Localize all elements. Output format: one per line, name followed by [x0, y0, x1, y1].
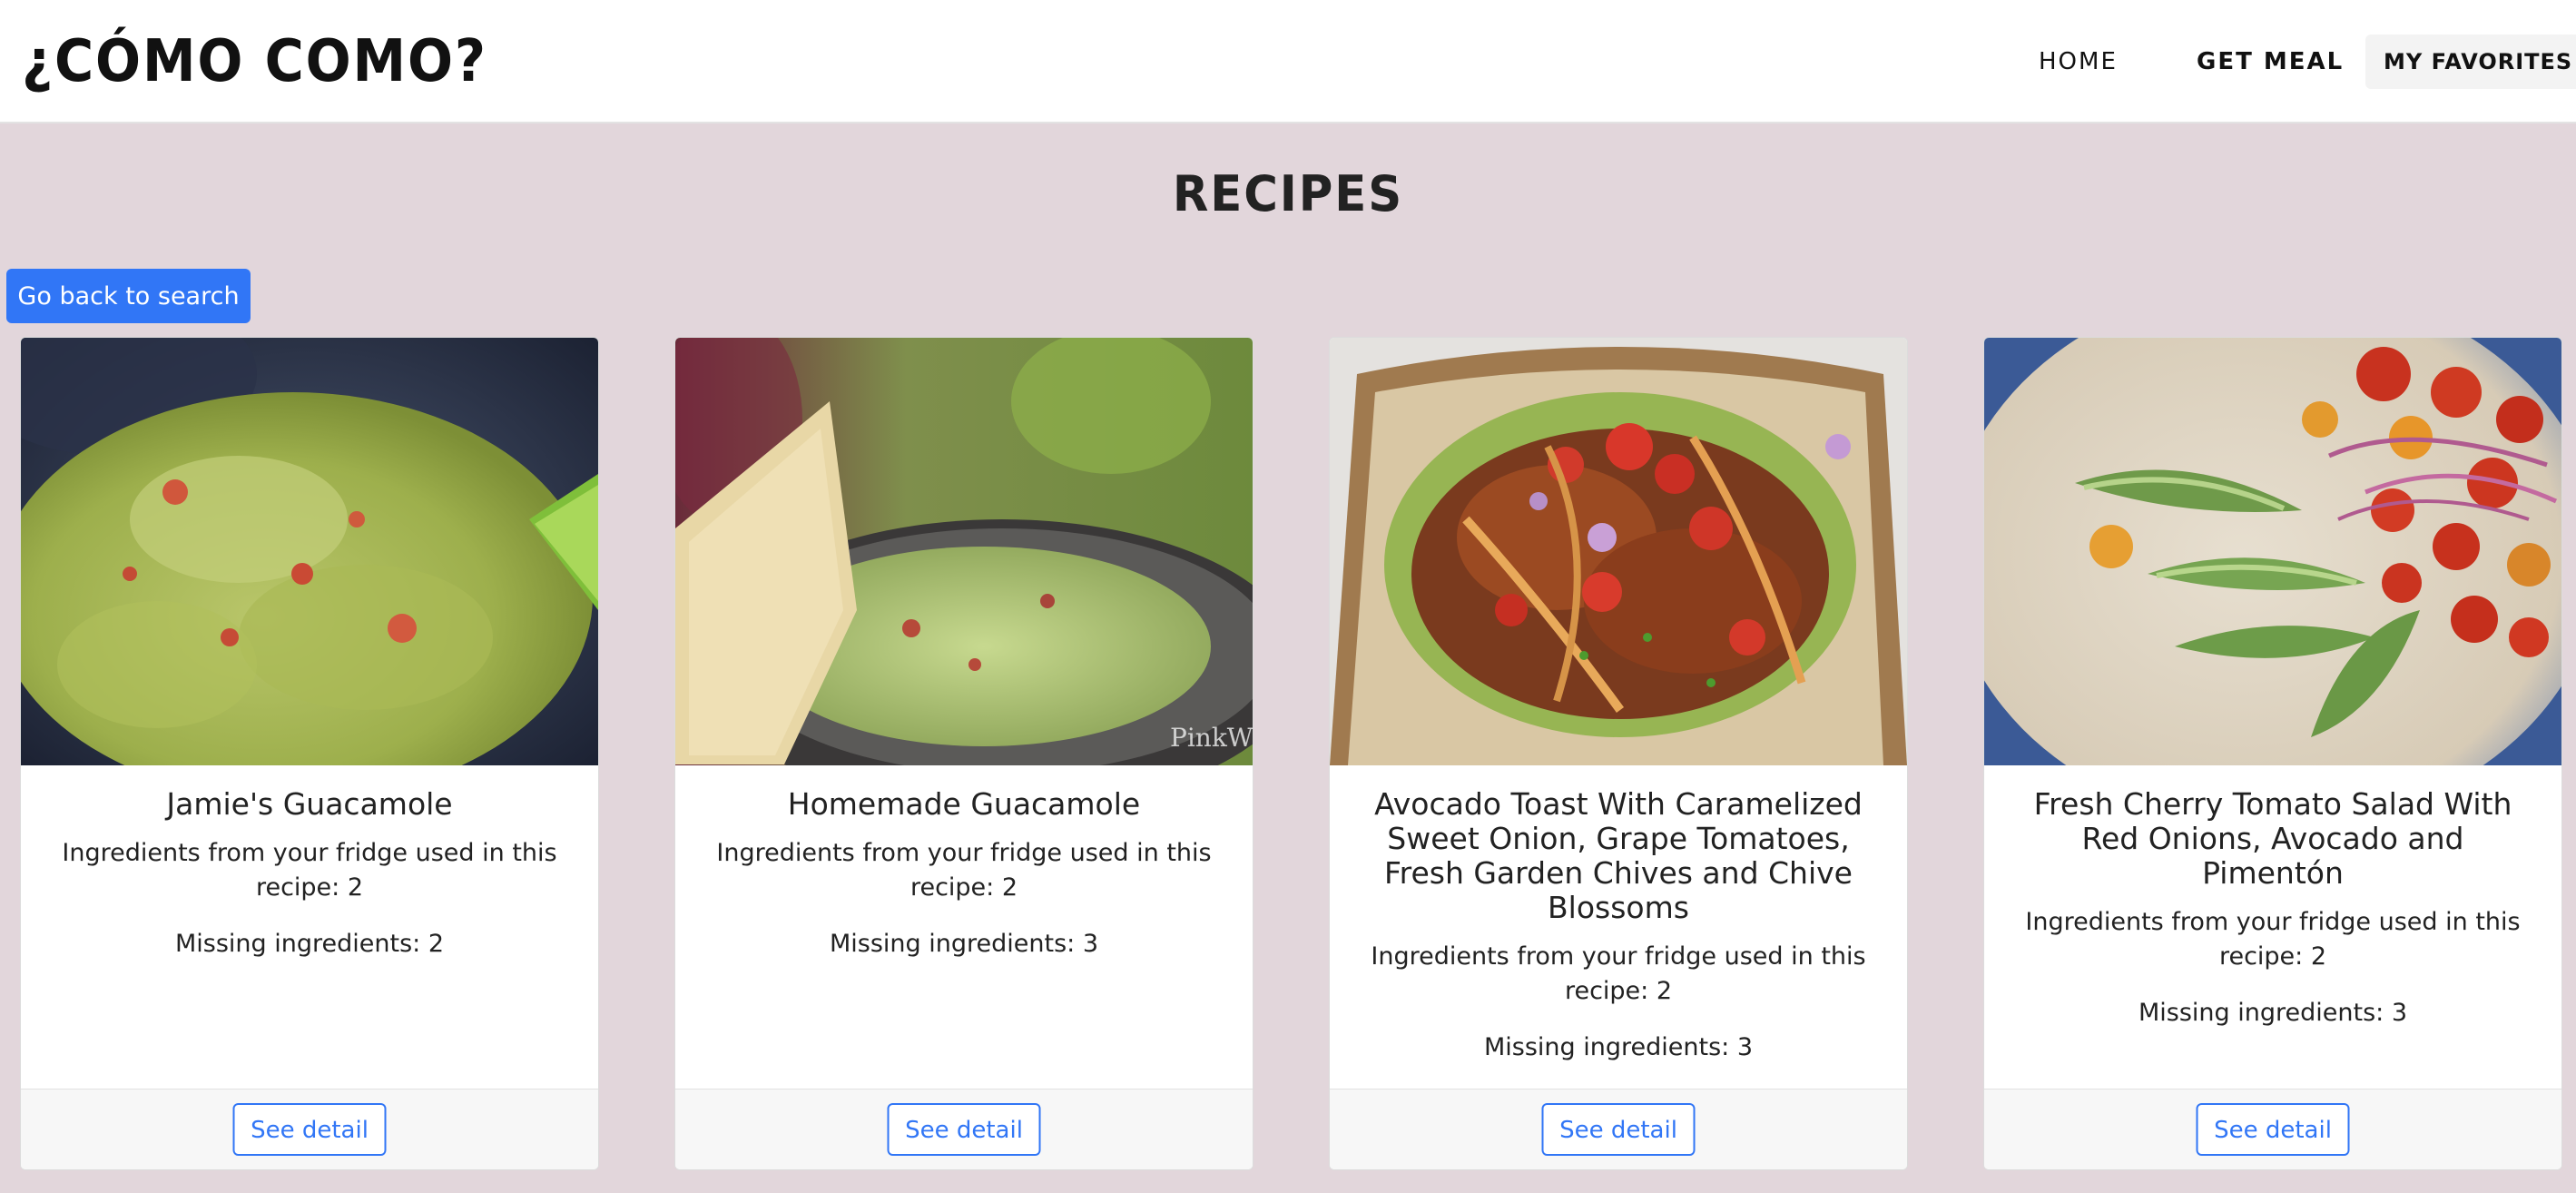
- recipe-title: Jamie's Guacamole: [166, 786, 453, 822]
- see-detail-button[interactable]: See detail: [1541, 1103, 1696, 1156]
- nav-my-favorites-link[interactable]: My Favorites: [2365, 35, 2576, 89]
- nav-my-favorites-label: My Favorites: [2384, 49, 2573, 74]
- recipe-card: Fresh Cherry Tomato Salad With Red Onion…: [1983, 337, 2562, 1170]
- see-detail-button[interactable]: See detail: [232, 1103, 387, 1156]
- recipe-missing-ingredients: Missing ingredients: 3: [829, 930, 1098, 958]
- recipe-card: Jamie's Guacamole Ingredients from your …: [20, 337, 599, 1170]
- see-detail-button[interactable]: See detail: [887, 1103, 1041, 1156]
- svg-text:PinkW: PinkW: [1170, 723, 1253, 753]
- recipe-missing-ingredients: Missing ingredients: 2: [174, 930, 444, 958]
- card-footer: See detail: [1330, 1089, 1907, 1169]
- card-footer: See detail: [21, 1089, 598, 1169]
- card-footer: See detail: [675, 1089, 1253, 1169]
- page-title: Recipes: [1172, 165, 1404, 222]
- card-body: Jamie's Guacamole Ingredients from your …: [21, 765, 598, 961]
- recipe-image: [1984, 338, 2561, 765]
- card-body: Homemade Guacamole Ingredients from your…: [675, 765, 1253, 961]
- go-back-to-search-button[interactable]: Go back to search: [6, 269, 251, 323]
- see-detail-button[interactable]: See detail: [2196, 1103, 2350, 1156]
- recipe-card: Avocado Toast With Caramelized Sweet Oni…: [1329, 337, 1908, 1170]
- recipe-used-ingredients: Ingredients from your fridge used in thi…: [716, 839, 1212, 902]
- recipe-title: Homemade Guacamole: [787, 786, 1141, 822]
- navbar: ¿Cómo como? Home Get Meal My Favorites: [0, 0, 2576, 123]
- recipe-image: PinkW: [675, 338, 1253, 765]
- recipe-missing-ingredients: Missing ingredients: 3: [1483, 1033, 1753, 1061]
- recipe-image: [21, 338, 598, 765]
- recipe-title: Fresh Cherry Tomato Salad With Red Onion…: [2033, 786, 2512, 891]
- recipe-missing-ingredients: Missing ingredients: 3: [2138, 999, 2407, 1027]
- recipe-used-ingredients: Ingredients from your fridge used in thi…: [1371, 942, 1866, 1005]
- nav-home-link[interactable]: Home: [2039, 36, 2118, 87]
- card-body: Fresh Cherry Tomato Salad With Red Onion…: [1984, 765, 2561, 1030]
- recipe-used-ingredients: Ingredients from your fridge used in thi…: [62, 839, 557, 902]
- recipe-used-ingredients: Ingredients from your fridge used in thi…: [2025, 908, 2521, 971]
- recipe-image: [1330, 338, 1907, 765]
- card-footer: See detail: [1984, 1089, 2561, 1169]
- card-body: Avocado Toast With Caramelized Sweet Oni…: [1330, 765, 1907, 1065]
- brand-logo[interactable]: ¿Cómo como?: [22, 25, 487, 98]
- recipe-title: Avocado Toast With Caramelized Sweet Oni…: [1374, 786, 1863, 925]
- recipe-card: PinkW Homemade Guacamole Ingredients fro…: [674, 337, 1254, 1170]
- nav-get-meal-link[interactable]: Get Meal: [2197, 36, 2344, 87]
